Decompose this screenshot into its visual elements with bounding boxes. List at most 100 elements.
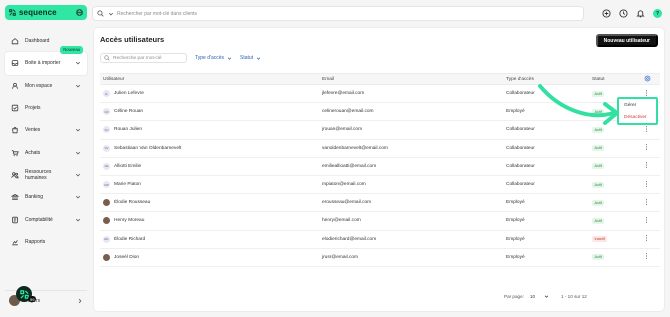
- status-badge: Actif: [592, 126, 605, 133]
- cell-status: Actif: [589, 211, 641, 231]
- cell-status: Actif: [589, 248, 641, 267]
- clock-icon[interactable]: [619, 9, 628, 18]
- users-access-panel: Accès utilisateurs Nouveau utilisateur R…: [93, 27, 665, 312]
- access-type-filter-label: Type d'accès: [195, 55, 225, 61]
- sidebar-item-checkbox[interactable]: Projets: [5, 97, 87, 119]
- cell-user: MP Marie Piaton: [100, 175, 319, 195]
- sidebar-item-bank[interactable]: Banking: [5, 186, 87, 208]
- cell-actions: [641, 230, 660, 249]
- sidebar-item-label: Banking: [25, 194, 44, 201]
- sidebar-nav: Dashboard Boite à importer Nouveau Mon espa…: [5, 30, 87, 253]
- more-vertical-icon[interactable]: [644, 143, 649, 151]
- sidebar-item-label: Achats: [25, 149, 41, 156]
- chevron-down-icon: [75, 194, 81, 200]
- table-row[interactable]: Henry Moreau henry@email.com Employé Actif: [100, 211, 660, 231]
- cell-user: AE Alliotti Emilie: [100, 157, 319, 176]
- more-vertical-icon[interactable]: [644, 125, 649, 133]
- workspace-switch-icon[interactable]: [76, 9, 83, 16]
- search-icon: [104, 55, 110, 61]
- users-table: Utilisateur Email Type d'accès Statut JL…: [100, 73, 660, 267]
- cell-status: Actif: [589, 139, 641, 158]
- more-vertical-icon[interactable]: [644, 180, 649, 188]
- cell-email: erousseau@email.com: [319, 193, 503, 213]
- chevron-down-icon: [75, 127, 81, 133]
- status-badge: Actif: [592, 145, 605, 152]
- status-badge: Actif: [592, 254, 605, 261]
- table-row[interactable]: JL Julien Lefevre jlefevre@email.com Collab…: [100, 84, 660, 104]
- per-page-select[interactable]: 10: [530, 294, 549, 299]
- per-page-value: 10: [529, 294, 536, 299]
- column-settings-icon[interactable]: [644, 75, 651, 82]
- menu-item-manage[interactable]: Gérer: [619, 99, 656, 111]
- table-row[interactable]: RJ Rouan Julien jrouan@email.com Collaborat…: [100, 120, 660, 140]
- cell-actions: [641, 175, 660, 195]
- column-header-status[interactable]: Statut: [589, 73, 641, 85]
- global-search[interactable]: [92, 6, 584, 21]
- chevron-down-icon: [256, 56, 261, 61]
- help-icon[interactable]: ?: [653, 9, 662, 18]
- person-icon: [11, 82, 19, 90]
- status-badge: Actif: [592, 181, 605, 188]
- column-header-user[interactable]: Utilisateur: [100, 73, 319, 85]
- sidebar-item-person[interactable]: Mon espace: [5, 75, 87, 97]
- sidebar-item-people[interactable]: Ressources humaines: [5, 164, 87, 186]
- user-name: Élodie Richard: [114, 236, 146, 242]
- sidebar-item-bag[interactable]: Ventes: [5, 119, 87, 141]
- avatar: CR: [103, 108, 110, 116]
- access-type-filter[interactable]: Type d'accès: [195, 55, 232, 61]
- sidebar-item-chart[interactable]: Rapports: [5, 231, 87, 253]
- chevron-right-icon: [77, 298, 83, 304]
- cell-email: mpiaton@email.com: [319, 175, 503, 195]
- add-circle-icon[interactable]: [602, 9, 611, 18]
- sidebar-item-ledger[interactable]: Comptabilité: [5, 208, 87, 230]
- user-name: Joseél Dion: [114, 254, 140, 260]
- more-vertical-icon[interactable]: [644, 234, 649, 242]
- cell-access-type: Employé: [503, 102, 589, 122]
- search-input[interactable]: [117, 10, 579, 17]
- user-name: Henry Moreau: [114, 218, 145, 224]
- table-row[interactable]: Élodie Rousseau erousseau@email.com Employ…: [100, 193, 660, 213]
- user-name: Marie Piaton: [114, 182, 141, 188]
- column-header-type[interactable]: Type d'accès: [503, 73, 589, 85]
- brand-switcher[interactable]: sequence: [5, 5, 87, 20]
- status-badge: Actif: [592, 199, 605, 206]
- cell-actions: [641, 211, 660, 231]
- sidebar-item-label: Comptabilité: [25, 216, 53, 223]
- cell-email: celinerouan@email.com: [319, 102, 503, 122]
- cell-email: vanoldenbarnevelt@email.com: [319, 139, 503, 158]
- table-row[interactable]: CR Céline Rouan celinerouan@email.com Emplo…: [100, 102, 660, 122]
- people-icon: [11, 171, 19, 179]
- cell-status: Inactif: [589, 230, 641, 249]
- bell-icon[interactable]: [636, 9, 645, 18]
- user-name: Alliotti Emilie: [114, 163, 142, 169]
- cell-access-type: Collaborateur: [503, 157, 589, 176]
- chart-icon: [11, 238, 19, 246]
- sidebar-item-label: Projets: [25, 105, 41, 112]
- pagination: Par page: 10 1 - 10 sur 12: [504, 294, 587, 299]
- cell-actions: [641, 139, 660, 158]
- chevron-down-icon: [75, 217, 81, 223]
- table-search-input[interactable]: Recherche par mot-clé: [100, 53, 187, 63]
- chevron-down-icon[interactable]: [107, 10, 114, 17]
- table-row[interactable]: ER Élodie Richard elodierichard@email.com E…: [100, 230, 660, 249]
- more-vertical-icon[interactable]: [644, 161, 649, 169]
- table-row[interactable]: Joseél Dion jrusr@email.com Employé Actif: [100, 248, 660, 267]
- more-vertical-icon[interactable]: [644, 216, 649, 224]
- table-row[interactable]: AE Alliotti Emilie emilieallioatti@email.c…: [100, 157, 660, 176]
- table-row[interactable]: SV Sebastiaan Van Oldenbarnevelt vanoldenb…: [100, 139, 660, 158]
- sidebar-item-cart[interactable]: Achats: [5, 141, 87, 163]
- more-vertical-icon[interactable]: [644, 198, 649, 206]
- column-settings[interactable]: [641, 73, 660, 85]
- column-header-email[interactable]: Email: [319, 73, 503, 85]
- cell-user: JL Julien Lefevre: [100, 84, 319, 104]
- sidebar-item-inbox[interactable]: Boite à importer Nouveau: [5, 46, 87, 75]
- new-user-button[interactable]: Nouveau utilisateur: [595, 34, 658, 47]
- table-row[interactable]: MP Marie Piaton mpiaton@email.com Collabora…: [100, 175, 660, 195]
- status-filter[interactable]: Statut: [240, 55, 261, 61]
- filters-bar: Recherche par mot-clé Type d'accès Statu…: [100, 53, 261, 63]
- cell-user: Élodie Rousseau: [100, 193, 319, 213]
- avatar: [103, 199, 110, 207]
- menu-item-deactivate[interactable]: Désactiver: [619, 111, 656, 123]
- more-vertical-icon[interactable]: [644, 89, 649, 97]
- more-vertical-icon[interactable]: [644, 252, 649, 260]
